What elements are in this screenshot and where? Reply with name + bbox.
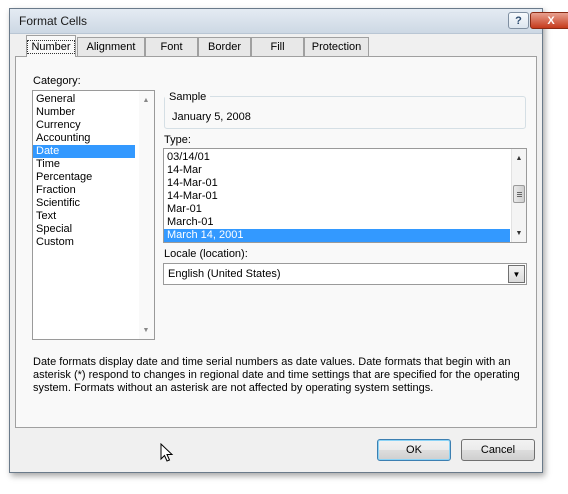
type-item[interactable]: March-01 — [164, 216, 510, 229]
tab-label: Alignment — [86, 41, 136, 53]
type-item[interactable]: 14-Mar-01 — [164, 177, 510, 190]
help-icon: ? — [515, 14, 522, 27]
category-item[interactable]: Time — [33, 158, 154, 171]
tab-border[interactable]: Border — [198, 37, 251, 56]
category-item[interactable]: Custom — [33, 236, 154, 249]
scrollbar-thumb[interactable] — [513, 185, 525, 203]
mouse-pointer-icon — [160, 443, 174, 462]
cancel-button[interactable]: Cancel — [461, 439, 535, 461]
type-item[interactable]: 14-Mar — [164, 164, 510, 177]
type-item-selected[interactable]: March 14, 2001 — [164, 229, 510, 242]
scroll-down-icon[interactable]: ▼ — [139, 323, 153, 337]
category-item[interactable]: Currency — [33, 119, 154, 132]
tab-alignment[interactable]: Alignment — [77, 37, 145, 56]
category-item[interactable]: Special — [33, 223, 154, 236]
locale-value: English (United States) — [168, 268, 281, 280]
category-label: Category: — [33, 75, 81, 87]
category-list[interactable]: General Number Currency Accounting Date … — [32, 90, 155, 340]
ok-label: OK — [406, 444, 422, 456]
category-item[interactable]: Number — [33, 106, 154, 119]
help-button[interactable]: ? — [508, 12, 529, 29]
close-icon: X — [547, 14, 555, 27]
type-label: Type: — [164, 134, 191, 146]
tab-protection[interactable]: Protection — [304, 37, 369, 56]
tab-label: Fill — [270, 41, 285, 53]
type-item[interactable]: Mar-01 — [164, 203, 510, 216]
cancel-label: Cancel — [480, 444, 516, 456]
type-list[interactable]: 03/14/01 14-Mar 14-Mar-01 14-Mar-01 Mar-… — [163, 148, 527, 243]
tab-label: Font — [160, 41, 183, 53]
sample-label: Sample — [165, 91, 211, 103]
scroll-up-icon[interactable]: ▲ — [512, 151, 526, 165]
dropdown-button[interactable]: ▼ — [508, 265, 525, 283]
tab-fill[interactable]: Fill — [251, 37, 304, 56]
tab-label: Border — [207, 41, 242, 53]
type-item[interactable]: 03/14/01 — [164, 151, 510, 164]
window-title: Format Cells — [19, 14, 88, 28]
close-button[interactable]: X — [530, 12, 568, 29]
sample-value: January 5, 2008 — [172, 111, 251, 123]
scroll-up-icon[interactable]: ▲ — [139, 93, 153, 107]
category-item[interactable]: Percentage — [33, 171, 154, 184]
category-scrollbar[interactable]: ▲ ▼ — [139, 91, 154, 339]
category-item[interactable]: Fraction — [33, 184, 154, 197]
type-scrollbar[interactable]: ▲ ▼ — [511, 149, 526, 242]
scroll-down-icon[interactable]: ▼ — [512, 226, 526, 240]
tab-number[interactable]: Number — [26, 35, 76, 57]
title-bar[interactable]: Format Cells ? X — [10, 9, 568, 34]
tab-font[interactable]: Font — [145, 37, 198, 56]
category-item[interactable]: Text — [33, 210, 154, 223]
category-item-selected[interactable]: Date — [33, 145, 135, 158]
ok-button[interactable]: OK — [377, 439, 451, 461]
tab-label: Number — [27, 39, 75, 54]
category-item[interactable]: General — [33, 93, 154, 106]
category-item[interactable]: Accounting — [33, 132, 154, 145]
tab-label: Protection — [311, 41, 362, 53]
locale-dropdown[interactable]: English (United States) ▼ — [163, 263, 527, 285]
chevron-down-icon: ▼ — [512, 269, 521, 279]
locale-label: Locale (location): — [164, 248, 248, 260]
format-description: Date formats display date and time seria… — [33, 356, 520, 394]
category-item[interactable]: Scientific — [33, 197, 154, 210]
type-item[interactable]: 14-Mar-01 — [164, 190, 510, 203]
